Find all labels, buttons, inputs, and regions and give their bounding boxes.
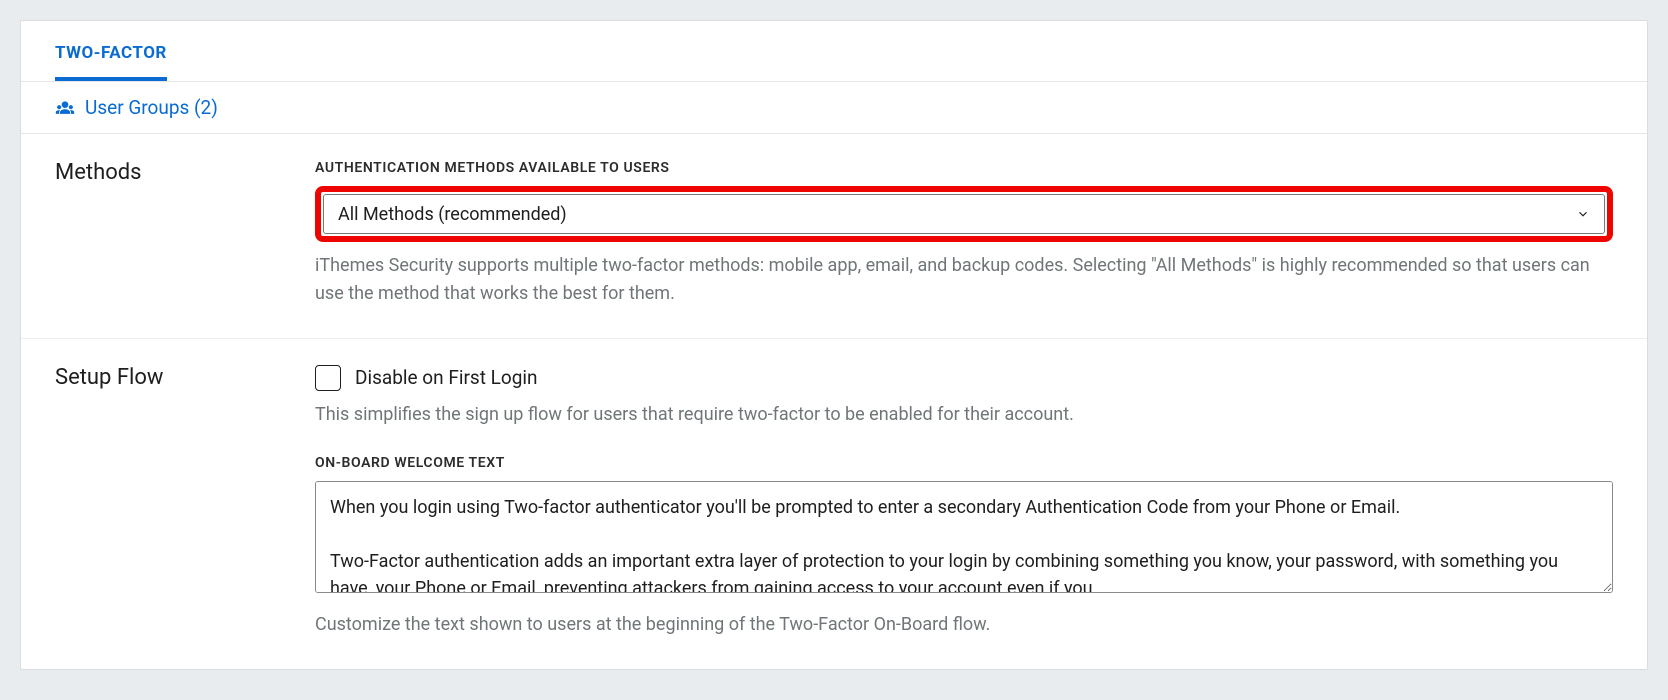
section-body-methods: AUTHENTICATION METHODS AVAILABLE TO USER…	[315, 160, 1613, 308]
auth-methods-select[interactable]: All Methods (recommended)	[323, 194, 1605, 234]
auth-methods-help: iThemes Security supports multiple two-f…	[315, 252, 1613, 308]
onboard-welcome-textarea[interactable]	[315, 481, 1613, 593]
onboard-label: ON-BOARD WELCOME TEXT	[315, 455, 1613, 471]
section-setup-flow: Setup Flow Disable on First Login This s…	[21, 338, 1647, 669]
settings-card: TWO-FACTOR User Groups (2) Methods AUTHE…	[20, 20, 1648, 670]
onboard-help: Customize the text shown to users at the…	[315, 611, 1613, 639]
disable-first-login-label[interactable]: Disable on First Login	[355, 366, 538, 389]
disable-first-login-help: This simplifies the sign up flow for use…	[315, 401, 1613, 429]
highlight-box: All Methods (recommended)	[315, 186, 1613, 242]
disable-first-login-row: Disable on First Login	[315, 365, 1613, 391]
user-groups-link[interactable]: User Groups (2)	[21, 82, 1647, 134]
auth-methods-label: AUTHENTICATION METHODS AVAILABLE TO USER…	[315, 160, 1613, 176]
section-body-setup-flow: Disable on First Login This simplifies t…	[315, 365, 1613, 639]
tab-two-factor[interactable]: TWO-FACTOR	[55, 21, 167, 81]
tabs-row: TWO-FACTOR	[21, 21, 1647, 82]
chevron-down-icon	[1576, 207, 1590, 221]
user-groups-label: User Groups (2)	[85, 96, 218, 119]
section-heading-setup-flow: Setup Flow	[55, 365, 295, 639]
users-icon	[55, 98, 75, 118]
section-methods: Methods AUTHENTICATION METHODS AVAILABLE…	[21, 134, 1647, 338]
section-heading-methods: Methods	[55, 160, 295, 308]
auth-methods-select-value: All Methods (recommended)	[338, 204, 567, 225]
onboard-block: ON-BOARD WELCOME TEXT Customize the text…	[315, 455, 1613, 639]
disable-first-login-checkbox[interactable]	[315, 365, 341, 391]
